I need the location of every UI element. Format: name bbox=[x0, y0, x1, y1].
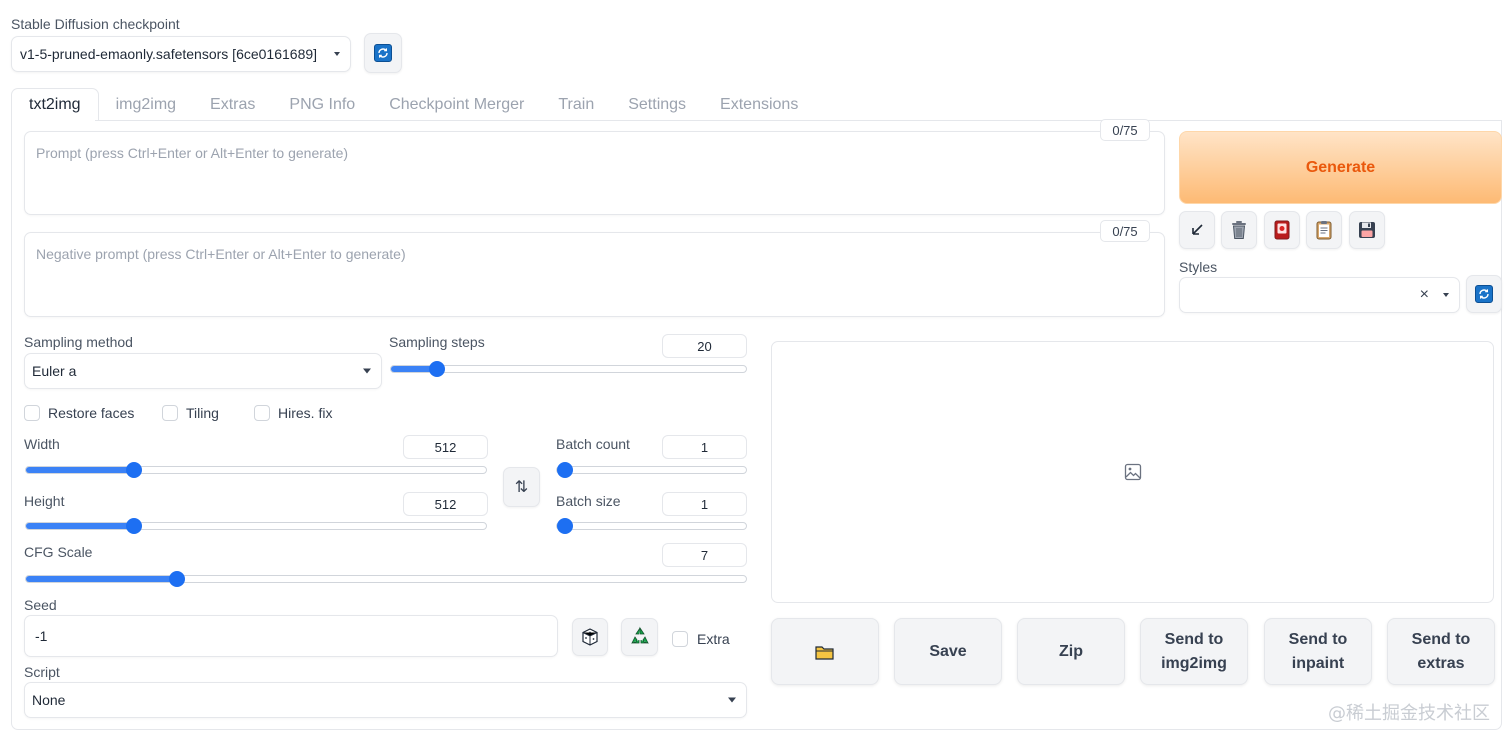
styles-label: Styles bbox=[1179, 259, 1218, 275]
extra-seed-checkbox[interactable] bbox=[672, 631, 688, 647]
slider-thumb[interactable] bbox=[557, 518, 573, 534]
width-label: Width bbox=[24, 436, 60, 452]
script-select[interactable]: None bbox=[24, 682, 747, 718]
sampling-method-label: Sampling method bbox=[24, 334, 133, 350]
tab-extras[interactable]: Extras bbox=[193, 88, 272, 121]
main-tabs: txt2img img2img Extras PNG Info Checkpoi… bbox=[11, 88, 815, 121]
open-folder-button[interactable] bbox=[771, 618, 879, 685]
arrow-icon bbox=[1192, 224, 1203, 235]
swap-dimensions-button[interactable]: ⇅ bbox=[503, 467, 540, 507]
restore-faces-checkbox[interactable] bbox=[24, 405, 40, 421]
width-input[interactable]: 512 bbox=[403, 435, 488, 459]
checkpoint-select[interactable]: v1-5-pruned-emaonly.safetensors [6ce0161… bbox=[11, 36, 351, 72]
slider-thumb[interactable] bbox=[557, 462, 573, 478]
swap-icon: ⇅ bbox=[514, 479, 529, 496]
negative-prompt-input[interactable]: Negative prompt (press Ctrl+Enter or Alt… bbox=[24, 232, 1165, 317]
send-to-img2img-button[interactable]: Send to img2img bbox=[1140, 618, 1248, 685]
negative-prompt-placeholder: Negative prompt (press Ctrl+Enter or Alt… bbox=[36, 246, 406, 262]
cfg-scale-label: CFG Scale bbox=[24, 544, 93, 560]
cfg-scale-slider[interactable] bbox=[25, 571, 747, 587]
watermark: @稀土掘金技术社区 bbox=[1328, 703, 1490, 724]
restore-faces-label: Restore faces bbox=[48, 405, 135, 421]
image-placeholder-icon bbox=[1124, 463, 1142, 481]
send-to-inpaint-button[interactable]: Send to inpaint bbox=[1264, 618, 1372, 685]
chevron-down-icon bbox=[728, 697, 736, 703]
read-params-button[interactable] bbox=[1179, 211, 1215, 249]
refresh-checkpoint-button[interactable] bbox=[364, 33, 402, 73]
tiling-checkbox[interactable] bbox=[162, 405, 178, 421]
send-to-extras-button[interactable]: Send to extras bbox=[1387, 618, 1495, 685]
slider-fill bbox=[26, 523, 135, 529]
tab-extensions[interactable]: Extensions bbox=[703, 88, 815, 121]
slider-fill bbox=[26, 576, 178, 582]
clear-styles-icon[interactable]: × bbox=[1420, 286, 1429, 304]
batch-size-label: Batch size bbox=[556, 493, 621, 509]
recycle-icon bbox=[630, 626, 649, 644]
batch-count-slider[interactable] bbox=[556, 462, 747, 478]
reuse-seed-button[interactable] bbox=[621, 618, 658, 656]
seed-input[interactable]: -1 bbox=[24, 615, 558, 657]
height-label: Height bbox=[24, 493, 65, 509]
batch-size-slider[interactable] bbox=[556, 518, 747, 534]
floppy-disk-icon bbox=[1359, 222, 1375, 238]
prompt-placeholder: Prompt (press Ctrl+Enter or Alt+Enter to… bbox=[36, 145, 349, 161]
sampling-method-select[interactable]: Euler a bbox=[24, 353, 382, 389]
sampling-method-value: Euler a bbox=[32, 363, 77, 379]
batch-count-input[interactable]: 1 bbox=[662, 435, 747, 459]
tiling-label: Tiling bbox=[186, 405, 219, 421]
save-button[interactable]: Save bbox=[894, 618, 1002, 685]
seed-value: -1 bbox=[35, 628, 48, 644]
styles-select[interactable]: × bbox=[1179, 277, 1460, 313]
sampling-steps-slider[interactable] bbox=[390, 361, 747, 377]
extra-seed-label: Extra bbox=[697, 631, 730, 647]
random-seed-button[interactable] bbox=[572, 618, 608, 656]
output-gallery bbox=[771, 341, 1494, 603]
chevron-down-icon bbox=[1443, 293, 1449, 297]
prompt-token-counter: 0/75 bbox=[1100, 119, 1150, 141]
batch-size-input[interactable]: 1 bbox=[662, 492, 747, 516]
tab-checkpoint-merger[interactable]: Checkpoint Merger bbox=[372, 88, 541, 121]
clear-prompt-button[interactable] bbox=[1221, 211, 1257, 249]
chevron-down-icon bbox=[363, 368, 371, 374]
height-input[interactable]: 512 bbox=[403, 492, 488, 516]
refresh-icon bbox=[374, 44, 392, 62]
hires-fix-checkbox[interactable] bbox=[254, 405, 270, 421]
refresh-styles-button[interactable] bbox=[1466, 275, 1502, 313]
height-slider[interactable] bbox=[25, 518, 487, 534]
zip-button[interactable]: Zip bbox=[1017, 618, 1125, 685]
slider-thumb[interactable] bbox=[126, 462, 143, 478]
tab-train[interactable]: Train bbox=[541, 88, 611, 121]
script-value: None bbox=[32, 692, 66, 708]
tab-settings[interactable]: Settings bbox=[611, 88, 703, 121]
checkpoint-label: Stable Diffusion checkpoint bbox=[11, 16, 180, 32]
generate-button[interactable]: Generate bbox=[1179, 131, 1502, 204]
sampling-steps-input[interactable]: 20 bbox=[662, 334, 747, 358]
tab-img2img[interactable]: img2img bbox=[99, 88, 193, 121]
trash-icon bbox=[1232, 221, 1246, 239]
cfg-scale-input[interactable]: 7 bbox=[662, 543, 747, 567]
script-label: Script bbox=[24, 664, 60, 680]
width-slider[interactable] bbox=[25, 462, 487, 478]
folder-icon bbox=[815, 645, 834, 660]
clipboard-icon bbox=[1316, 221, 1332, 240]
slider-fill bbox=[26, 467, 135, 473]
save-style-button[interactable] bbox=[1349, 211, 1385, 249]
batch-count-label: Batch count bbox=[556, 436, 630, 452]
checkpoint-value: v1-5-pruned-emaonly.safetensors [6ce0161… bbox=[20, 46, 318, 62]
tab-png-info[interactable]: PNG Info bbox=[272, 88, 372, 121]
hires-fix-label: Hires. fix bbox=[278, 405, 333, 421]
extra-networks-button[interactable] bbox=[1264, 211, 1300, 249]
sampling-steps-label: Sampling steps bbox=[389, 334, 485, 350]
prompt-input[interactable]: Prompt (press Ctrl+Enter or Alt+Enter to… bbox=[24, 131, 1165, 215]
seed-label: Seed bbox=[24, 597, 57, 613]
chevron-down-icon bbox=[334, 52, 340, 56]
apply-style-button[interactable] bbox=[1306, 211, 1342, 249]
negative-prompt-token-counter: 0/75 bbox=[1100, 220, 1150, 242]
tab-txt2img[interactable]: txt2img bbox=[11, 88, 99, 121]
refresh-icon bbox=[1475, 285, 1493, 303]
slider-thumb[interactable] bbox=[126, 518, 143, 534]
dice-icon bbox=[582, 628, 598, 646]
card-icon bbox=[1274, 220, 1290, 240]
